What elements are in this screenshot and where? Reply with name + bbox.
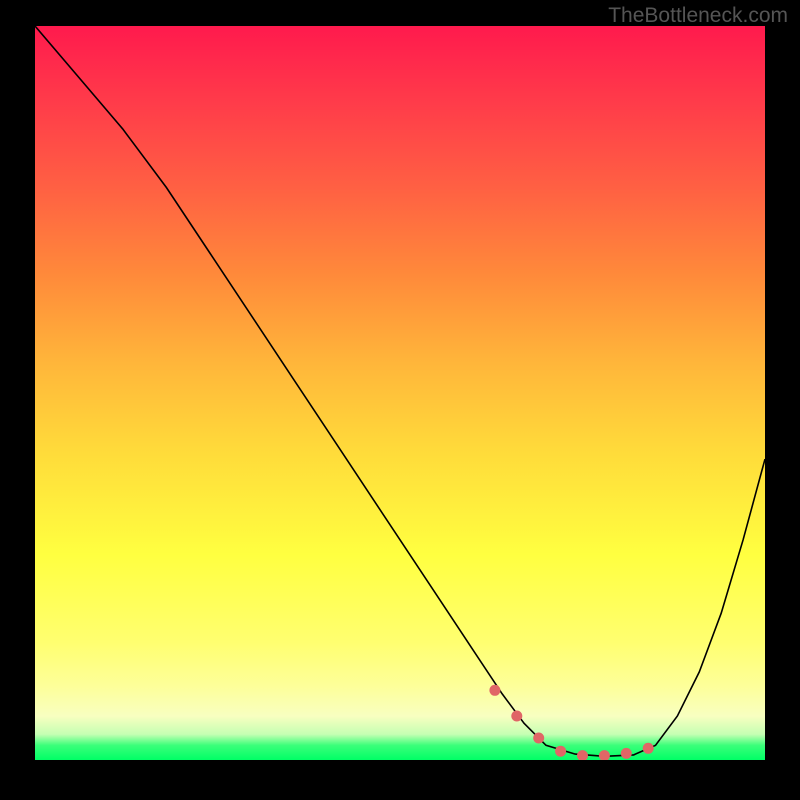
optimal-range-marker xyxy=(533,733,544,744)
optimal-range-marker xyxy=(599,750,610,760)
optimal-range-marker xyxy=(555,746,566,757)
optimal-range-marker xyxy=(511,711,522,722)
optimal-range-marker xyxy=(489,685,500,696)
optimal-range-marker xyxy=(643,743,654,754)
optimal-range-markers xyxy=(35,26,765,760)
chart-background-gradient xyxy=(35,26,765,760)
optimal-range-marker xyxy=(577,750,588,760)
optimal-range-marker xyxy=(621,748,632,759)
watermark-text: TheBottleneck.com xyxy=(608,4,788,28)
